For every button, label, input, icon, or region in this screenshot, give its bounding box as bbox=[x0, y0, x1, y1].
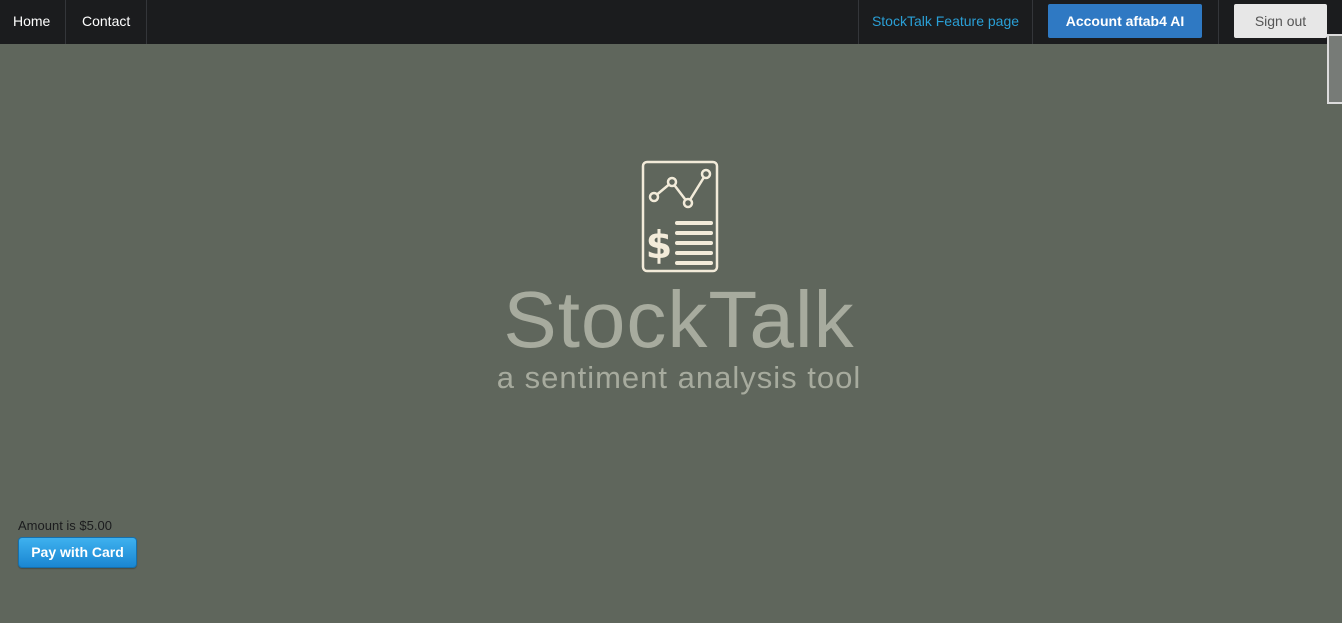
nav-feature-page-link[interactable]: StockTalk Feature page bbox=[858, 0, 1033, 44]
brand-title: StockTalk bbox=[503, 275, 855, 364]
top-navbar: Home Contact StockTalk Feature page Acco… bbox=[0, 0, 1342, 44]
pay-with-card-button[interactable]: Pay with Card bbox=[18, 537, 137, 568]
account-button[interactable]: Account aftab4 AI bbox=[1048, 4, 1202, 38]
side-feedback-tab[interactable] bbox=[1327, 34, 1342, 104]
payment-amount: Amount is $5.00 bbox=[18, 518, 112, 533]
brand-subtitle: a sentiment analysis tool bbox=[496, 360, 862, 395]
sign-out-button[interactable]: Sign out bbox=[1234, 4, 1327, 38]
nav-home-link[interactable]: Home bbox=[0, 0, 66, 44]
nav-divider bbox=[1218, 0, 1219, 44]
svg-text:$: $ bbox=[646, 223, 672, 267]
financial-report-chart-icon: $ bbox=[641, 160, 719, 273]
nav-contact-link[interactable]: Contact bbox=[66, 0, 147, 44]
